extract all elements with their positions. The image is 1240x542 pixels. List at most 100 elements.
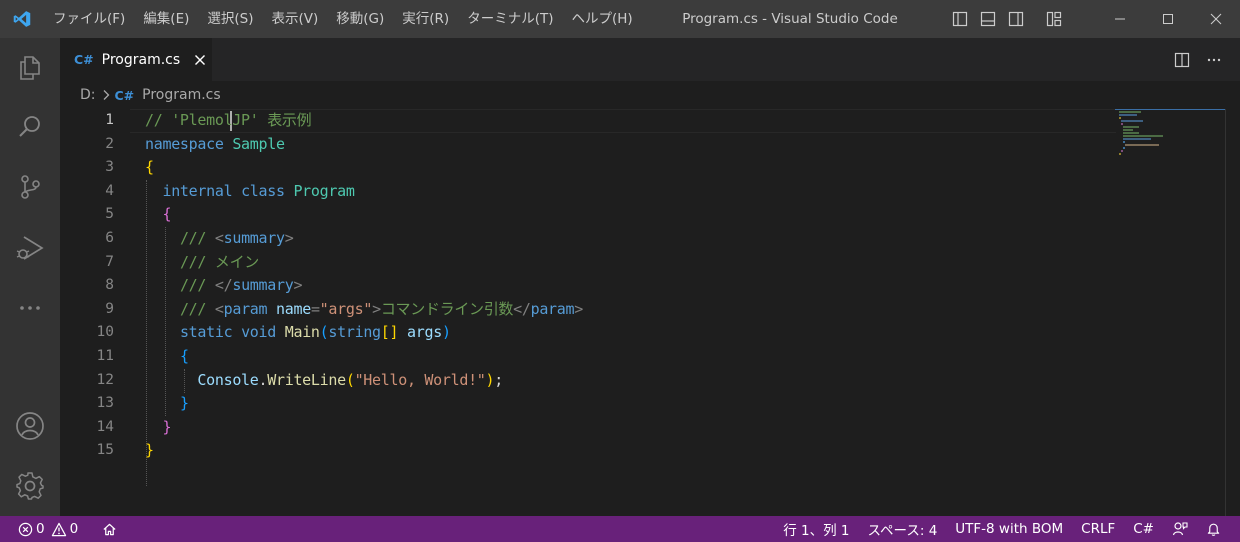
home-icon[interactable]	[93, 516, 126, 542]
menu-go[interactable]: 移動(G)	[327, 0, 393, 38]
minimap[interactable]	[1115, 109, 1225, 516]
doc-comment: ///	[179, 276, 207, 295]
problems-indicator[interactable]: 0 0	[14, 516, 93, 542]
line-number: 14	[96, 418, 114, 435]
window-title: Program.cs - Visual Studio Code	[682, 11, 898, 27]
toggle-secondary-sidebar-icon[interactable]	[1002, 0, 1030, 38]
brace: {	[179, 347, 189, 365]
keyword: namespace	[145, 134, 224, 153]
identifier: Console	[197, 370, 259, 389]
namespace-name: Sample	[232, 134, 285, 153]
xml-tag: summary	[223, 229, 285, 247]
minimize-icon[interactable]	[1096, 0, 1144, 38]
chevron-right-icon	[102, 89, 110, 101]
minimap-viewport-indicator	[1115, 109, 1225, 110]
code-line-5: {	[145, 203, 171, 227]
minimap-line	[1123, 138, 1151, 140]
menu-run[interactable]: 実行(R)	[393, 0, 458, 38]
minimap-line	[1119, 153, 1121, 155]
error-icon	[18, 522, 33, 536]
code-line-14: }	[145, 416, 171, 440]
code-line-1: // 'PlemolJP' 表示例	[145, 109, 312, 133]
code-area[interactable]: // 'PlemolJP' 表示例 namespace Sample { int…	[145, 109, 1115, 516]
status-bar: 0 0 行 1、列 1 スペース: 4 UTF-8 with BOM CRLF …	[0, 516, 1240, 542]
code-editor[interactable]: 1 2 3 4 5 6 7 8 9 10 11 12 13 14 15 // '…	[60, 109, 1240, 516]
menu-bar: ファイル(F) 編集(E) 選択(S) 表示(V) 移動(G) 実行(R) ター…	[44, 0, 642, 38]
line-number: 4	[105, 182, 114, 199]
minimap-line	[1125, 144, 1159, 146]
xml-bracket: <	[214, 229, 224, 247]
feedback-icon[interactable]	[1163, 516, 1197, 542]
maximize-icon[interactable]	[1144, 0, 1192, 38]
minimap-line	[1121, 120, 1143, 122]
keyword: static	[179, 323, 233, 342]
csharp-file-icon: C#	[114, 87, 135, 103]
vscode-logo-icon[interactable]	[0, 0, 44, 38]
line-number: 15	[96, 442, 114, 459]
doc-comment: ///	[179, 229, 207, 247]
line-number: 13	[96, 395, 114, 412]
toggle-primary-sidebar-icon[interactable]	[946, 0, 974, 38]
menu-view[interactable]: 表示(V)	[263, 0, 328, 38]
line-number: 10	[96, 324, 114, 341]
tab-program-cs[interactable]: C# Program.cs	[60, 38, 212, 81]
xml-quote: "	[363, 299, 373, 318]
vertical-scrollbar[interactable]	[1225, 109, 1239, 516]
minimap-line	[1121, 150, 1123, 152]
close-window-icon[interactable]	[1192, 0, 1240, 38]
minimap-line	[1123, 141, 1125, 143]
split-editor-icon[interactable]	[1166, 38, 1198, 81]
line-number: 5	[105, 206, 114, 223]
line-number: 11	[96, 348, 114, 364]
brace: }	[162, 417, 172, 436]
line-number: 1	[105, 112, 114, 128]
settings-gear-icon[interactable]	[0, 462, 60, 510]
explorer-icon[interactable]	[0, 44, 60, 92]
source-control-icon[interactable]	[0, 163, 60, 211]
menu-selection[interactable]: 選択(S)	[198, 0, 262, 38]
minimap-line	[1123, 135, 1163, 137]
close-tab-icon[interactable]	[192, 52, 208, 68]
code-line-15: }	[145, 439, 154, 463]
search-icon[interactable]	[0, 103, 60, 151]
doc-comment-text: コマンドライン引数	[380, 299, 514, 318]
line-number: 3	[105, 159, 114, 176]
brace: {	[162, 205, 172, 224]
line-number: 6	[105, 230, 114, 246]
indentation[interactable]: スペース: 4	[858, 516, 946, 542]
customize-layout-icon[interactable]	[1040, 0, 1068, 38]
brace: {	[145, 158, 154, 177]
breadcrumb-drive[interactable]: D:	[80, 87, 96, 103]
code-line-10: static void Main(string[] args)	[145, 321, 451, 345]
code-line-6: /// <summary>	[145, 227, 294, 251]
file-encoding[interactable]: UTF-8 with BOM	[946, 516, 1072, 542]
end-of-line[interactable]: CRLF	[1072, 516, 1124, 542]
xml-bracket: <	[214, 299, 224, 318]
array-brackets: []	[380, 323, 399, 342]
menu-terminal[interactable]: ターミナル(T)	[458, 0, 562, 38]
tab-bar: C# Program.cs	[60, 38, 1240, 81]
cursor-position[interactable]: 行 1、列 1	[774, 516, 858, 542]
warning-icon	[51, 522, 66, 536]
type-keyword: string	[328, 323, 381, 342]
accounts-icon[interactable]	[0, 402, 60, 450]
xml-bracket: </	[214, 276, 233, 295]
menu-file[interactable]: ファイル(F)	[44, 0, 134, 38]
method-name: Main	[284, 323, 320, 342]
menu-help[interactable]: ヘルプ(H)	[562, 0, 641, 38]
language-mode[interactable]: C#	[1124, 516, 1163, 542]
code-line-3: {	[145, 156, 154, 180]
line-number: 7	[105, 253, 114, 270]
breadcrumb-file[interactable]: Program.cs	[142, 87, 221, 103]
toggle-panel-icon[interactable]	[974, 0, 1002, 38]
more-actions-icon[interactable]	[1198, 38, 1230, 81]
more-views-icon[interactable]	[0, 284, 60, 332]
menu-edit[interactable]: 編集(E)	[134, 0, 198, 38]
xml-tag: summary	[232, 276, 294, 295]
xml-attr-value: args	[328, 299, 364, 318]
run-debug-icon[interactable]	[0, 224, 60, 272]
line-number: 12	[96, 371, 114, 388]
paren: )	[441, 323, 451, 342]
notifications-bell-icon[interactable]	[1197, 516, 1230, 542]
code-line-9: /// <param name="args">コマンドライン引数</param>	[145, 298, 583, 322]
